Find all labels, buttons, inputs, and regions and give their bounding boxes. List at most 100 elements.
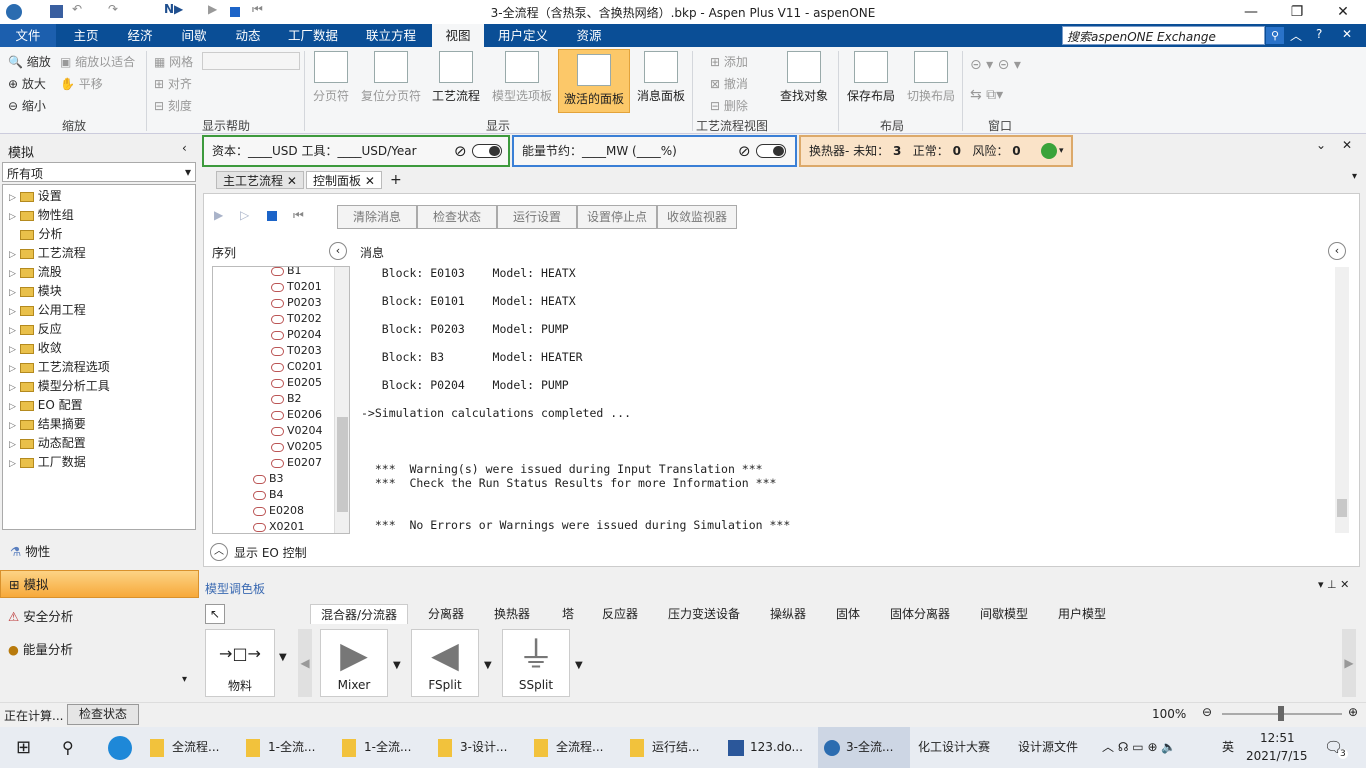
close-icon[interactable]: ✕: [365, 174, 375, 188]
expand-icon[interactable]: ▷: [9, 250, 16, 260]
back-icon[interactable]: ⊝ ▾ ⊝ ▾: [970, 57, 1021, 73]
model-palette-button[interactable]: 模型选项板: [490, 47, 554, 104]
clear-messages-button[interactable]: 清除消息: [337, 205, 417, 229]
zoom-in-button[interactable]: ⊕ 放大: [8, 75, 46, 92]
tab-economics[interactable]: 经济: [114, 24, 166, 47]
palette-tab-columns[interactable]: 塔: [562, 604, 574, 624]
taskbar-item[interactable]: 1-全流...: [246, 727, 338, 768]
align-button[interactable]: ⊞ 对齐: [154, 75, 192, 92]
tray-icons[interactable]: ︿ ☊ ▭ ⊕ 🔈: [1102, 727, 1176, 768]
tab-resources[interactable]: 资源: [566, 24, 612, 47]
edge-icon[interactable]: [108, 736, 132, 760]
palette-tab-user-models[interactable]: 用户模型: [1058, 604, 1106, 624]
tree-item[interactable]: ▷ 模型分析工具: [9, 377, 110, 396]
control-panel-button[interactable]: 激活的面板: [558, 49, 630, 113]
expand-icon[interactable]: ▷: [9, 440, 16, 450]
sequence-item[interactable]: V0205: [271, 439, 323, 455]
tree-item[interactable]: ▷ 动态配置: [9, 434, 86, 453]
scale-button[interactable]: ⊟ 刻度: [154, 97, 192, 114]
palette-tab-exchangers[interactable]: 换热器: [494, 604, 530, 624]
taskbar-item[interactable]: 3-全流...: [818, 727, 910, 768]
sequence-item[interactable]: E0208: [253, 503, 304, 519]
tree-item[interactable]: ▷ 公用工程: [9, 301, 86, 320]
tab-plant-data[interactable]: 工厂数据: [280, 24, 346, 47]
sequence-item[interactable]: E0207: [271, 455, 322, 471]
stream-id-button[interactable]: 分页符: [308, 47, 354, 104]
tree-item[interactable]: ▷ 收敛: [9, 339, 62, 358]
taskbar-item[interactable]: 全流程...: [534, 727, 626, 768]
collapse-ribbon-icon[interactable]: ︿: [1290, 27, 1302, 44]
collapse-pane-icon[interactable]: ‹: [182, 141, 187, 155]
palette-options-icon[interactable]: ▾ ⊥ ✕: [1318, 578, 1349, 591]
minimize-button[interactable]: —: [1228, 0, 1274, 24]
zoom-button[interactable]: 🔍 缩放: [8, 53, 51, 70]
expand-eo-icon[interactable]: ︿: [210, 543, 228, 561]
stop-icon[interactable]: [267, 211, 277, 221]
message-scrollbar[interactable]: [1335, 267, 1349, 533]
expand-icon[interactable]: ▷: [9, 345, 16, 355]
expand-icon[interactable]: ▷: [9, 288, 16, 298]
expand-icon[interactable]: ▷: [9, 212, 16, 222]
tree-item[interactable]: ▷ 结果摘要: [9, 415, 86, 434]
reset-page-break-button[interactable]: 复位分页符: [358, 47, 424, 104]
find-object-button[interactable]: 查找对象: [776, 47, 832, 104]
scroll-right-button[interactable]: ▶: [1342, 629, 1356, 697]
clock-time[interactable]: 12:51: [1260, 731, 1295, 745]
expand-icon[interactable]: ▷: [9, 383, 16, 393]
search-icon[interactable]: ⚲: [1266, 27, 1284, 44]
expand-nav-icon[interactable]: ▾: [182, 674, 187, 685]
sequence-item[interactable]: P0203: [271, 295, 322, 311]
delete-button[interactable]: ⊟ 删除: [710, 97, 748, 114]
chevron-down-icon[interactable]: ▼: [393, 660, 401, 671]
grid-button[interactable]: ▦ 网格: [154, 53, 193, 70]
close-bar-icon[interactable]: ✕: [1342, 138, 1352, 152]
add-button[interactable]: ⊞ 添加: [710, 53, 748, 70]
sequence-item[interactable]: P0204: [271, 327, 322, 343]
taskbar-item[interactable]: 全流程...: [150, 727, 242, 768]
scroll-left-button[interactable]: ◀: [298, 629, 312, 697]
tree-item[interactable]: ▷ 模块: [9, 282, 62, 301]
energy-toggle[interactable]: [756, 144, 786, 158]
palette-tab-separators[interactable]: 分离器: [428, 604, 464, 624]
tabs-menu-icon[interactable]: ▾: [1352, 171, 1357, 182]
sequence-item[interactable]: B4: [253, 487, 284, 503]
sequence-item[interactable]: T0203: [271, 343, 322, 359]
flowsheet-button[interactable]: 工艺流程: [428, 47, 484, 104]
expand-icon[interactable]: ▷: [9, 307, 16, 317]
zoom-slider[interactable]: [1222, 706, 1342, 721]
palette-tab-manipulators[interactable]: 操纵器: [770, 604, 806, 624]
sequence-item[interactable]: E0206: [271, 407, 322, 423]
tab-equation-oriented[interactable]: 联立方程: [356, 24, 426, 47]
palette-tab-mixers[interactable]: 混合器/分流器: [310, 604, 408, 624]
undo-view-button[interactable]: ⊠ 撤消: [710, 75, 748, 92]
save-layout-button[interactable]: 保存布局: [842, 47, 900, 104]
chevron-down-icon[interactable]: ▼: [575, 660, 583, 671]
tree-item[interactable]: 分析: [9, 225, 62, 244]
set-stop-point-button[interactable]: 设置停止点: [577, 205, 657, 229]
convergence-monitor-button[interactable]: 收敛监视器: [657, 205, 737, 229]
nav-item-simulation[interactable]: ⊞ 模拟: [0, 570, 199, 598]
tree-item[interactable]: ▷ EO 配置: [9, 396, 83, 415]
tree-item[interactable]: ▷ 工艺流程: [9, 244, 86, 263]
ime-indicator[interactable]: 英: [1222, 727, 1234, 768]
check-status-button[interactable]: 检查状态: [417, 205, 497, 229]
run-icon[interactable]: ▶: [214, 208, 223, 222]
help-icon[interactable]: ?: [1316, 27, 1322, 41]
new-tab-button[interactable]: +: [384, 171, 408, 189]
switch-layout-button[interactable]: 切换布局: [902, 47, 960, 104]
taskbar-item[interactable]: 1-全流...: [342, 727, 434, 768]
expand-icon[interactable]: ▷: [9, 402, 16, 412]
sequence-item[interactable]: B1: [271, 267, 302, 279]
close-ribbon-icon[interactable]: ✕: [1342, 27, 1352, 41]
palette-tab-solids[interactable]: 固体: [836, 604, 860, 624]
filter-select[interactable]: 所有项 ▾: [2, 162, 196, 182]
chevron-down-icon[interactable]: ⌄: [1316, 138, 1326, 152]
step-icon[interactable]: ▷: [240, 208, 249, 222]
zoom-fit-button[interactable]: ▣ 缩放以适合: [60, 53, 135, 70]
tab-view[interactable]: 视图: [432, 24, 484, 47]
taskbar-item[interactable]: 123.do...: [722, 727, 814, 768]
zoom-in-icon[interactable]: ⊕: [1348, 705, 1358, 719]
collapse-icon[interactable]: ‹: [1328, 242, 1346, 260]
tree-item[interactable]: ▷ 工厂数据: [9, 453, 86, 472]
palette-item-ssplit[interactable]: ⏚ SSplit: [502, 629, 570, 697]
